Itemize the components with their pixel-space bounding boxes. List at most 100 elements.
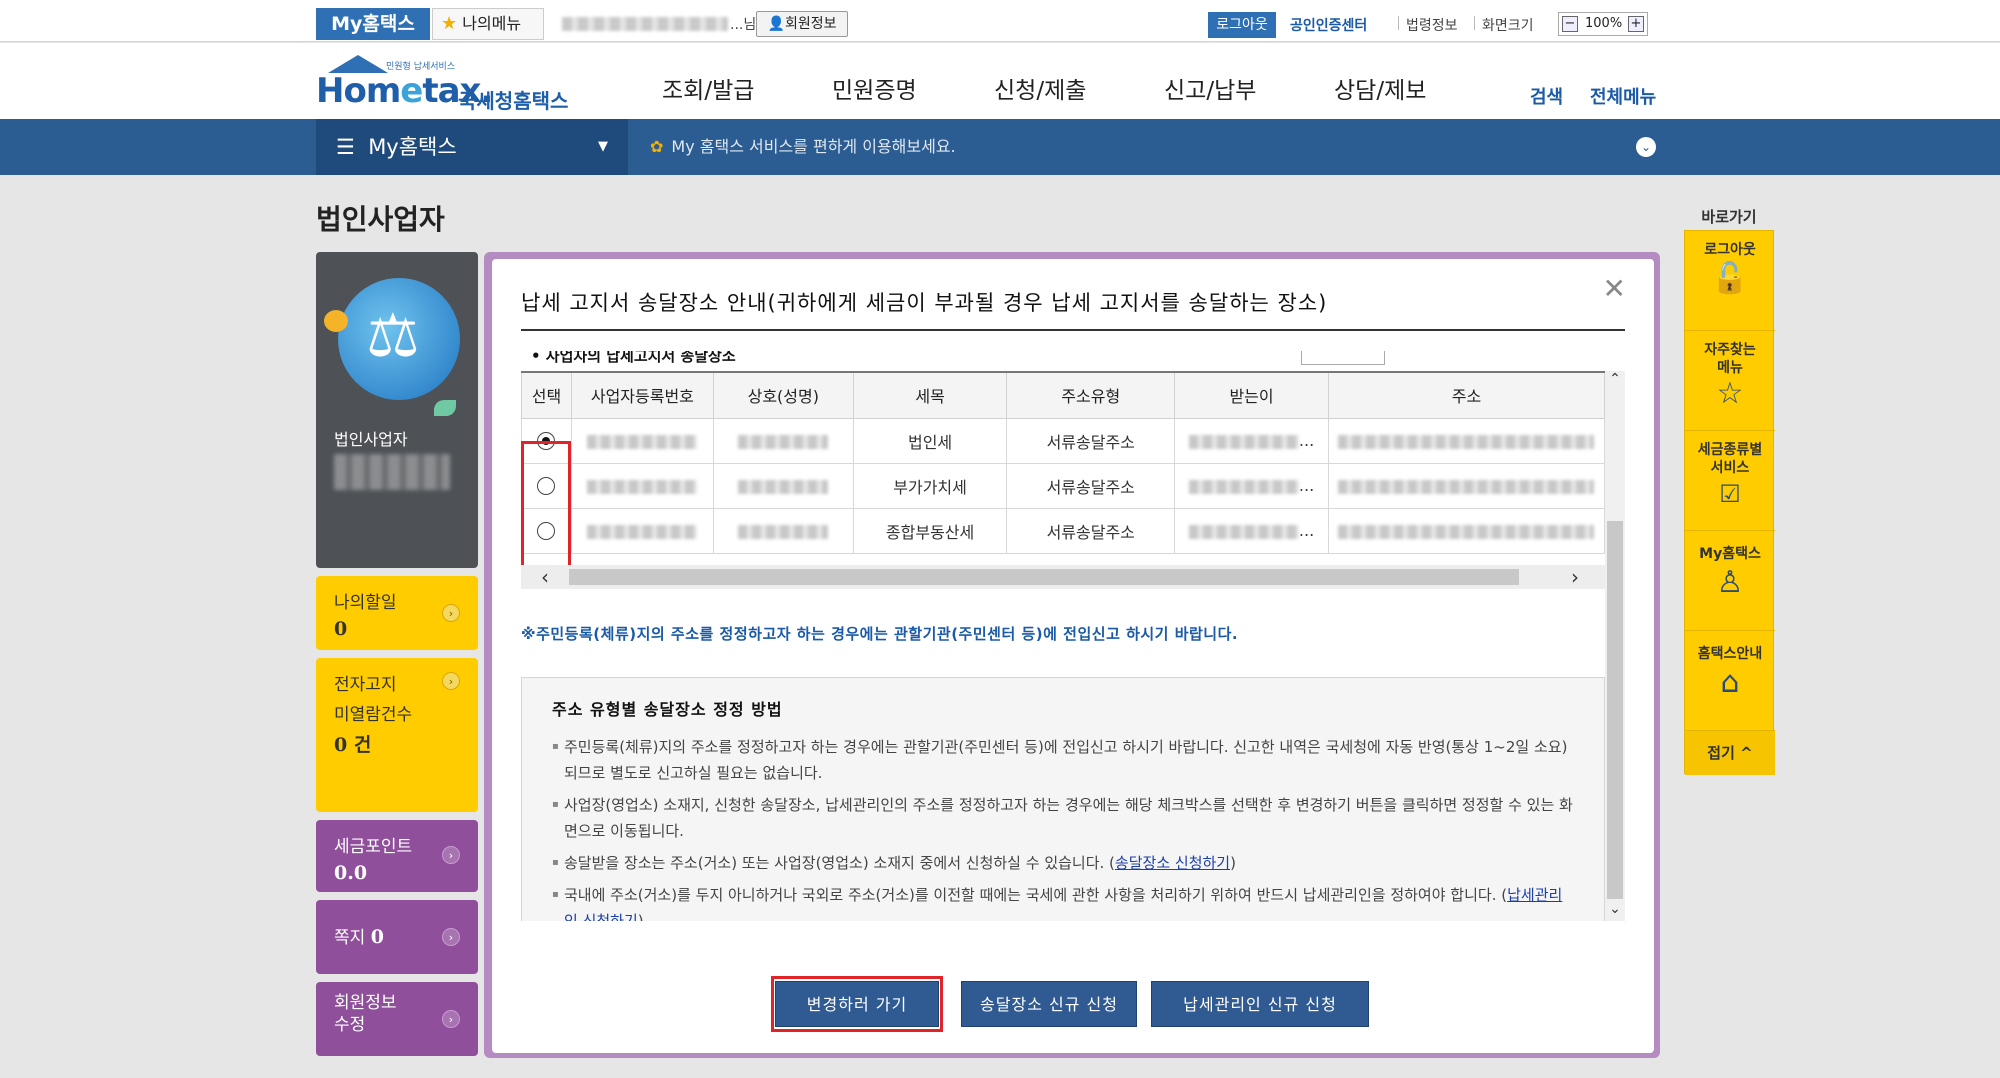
search-link[interactable]: 검색 — [1530, 83, 1563, 109]
profile-card: ⚖ 법인사업자 — [316, 252, 478, 568]
profile-type: 법인사업자 — [334, 430, 408, 449]
house-icon: ⌂ — [1720, 665, 1740, 700]
page-title: 법인사업자 — [316, 203, 445, 236]
quick-myhometax[interactable]: My홈택스 ♙ — [1685, 531, 1775, 631]
user-name-redacted — [562, 17, 728, 31]
col-tax-item: 세목 — [852, 371, 1008, 419]
member-info-label: 회원정보 — [784, 16, 837, 32]
member-info-button[interactable]: 👤회원정보 — [756, 11, 848, 37]
my-menu-tab[interactable]: ★ 나의메뉴 — [432, 8, 544, 40]
modal-scroll-area[interactable]: • 사업자의 납세고지서 송달장소 선택 사업자등록번호 상호(성명) 세목 주… — [521, 351, 1625, 921]
quick-label: 자주찾는 메뉴 — [1704, 342, 1756, 376]
guide-title: 주소 유형별 송달장소 정정 방법 — [552, 700, 783, 719]
fold-button[interactable]: 접기 ^ — [1685, 731, 1775, 775]
note-card[interactable]: 쪽지 0 › — [316, 900, 478, 974]
title-divider — [521, 329, 1625, 331]
scroll-right-icon[interactable]: › — [1571, 565, 1579, 589]
go-change-button[interactable]: 변경하러 가기 — [775, 981, 939, 1027]
table-row: 법인세 서류송달주소 ... — [521, 417, 1606, 464]
quick-logout[interactable]: 로그아웃 🔓 — [1685, 231, 1775, 331]
gnb-application[interactable]: 신청/제출 — [994, 71, 1086, 105]
modal-title: 납세 고지서 송달장소 안내(귀하에게 세금이 부과될 경우 납세 고지서를 송… — [521, 291, 1328, 315]
chevron-right-icon: › — [442, 672, 460, 690]
justice-scale-icon: ⚖ — [338, 278, 460, 400]
scroll-down-icon[interactable]: ⌄ — [1605, 901, 1625, 917]
horizontal-scrollbar[interactable]: ‹ › — [521, 565, 1605, 589]
ellipsis: ... — [1298, 476, 1315, 495]
check-icon: ☑ — [1719, 480, 1741, 508]
redacted-address — [1338, 434, 1595, 449]
delivery-place-table: 선택 사업자등록번호 상호(성명) 세목 주소유형 받는이 주소 법인세 서류송… — [521, 371, 1606, 554]
address-type-cell: 서류송달주소 — [1006, 507, 1176, 554]
cert-center-link[interactable]: 공인인증센터 — [1290, 15, 1367, 35]
cut-off-button[interactable] — [1301, 351, 1385, 365]
gnb-report-payment[interactable]: 신고/납부 — [1164, 71, 1256, 105]
table-row: 부가가치세 서류송달주소 ... — [521, 462, 1606, 509]
gnb-inquiry[interactable]: 조회/발급 — [662, 71, 754, 105]
close-icon[interactable]: ✕ — [1603, 275, 1626, 303]
zoom-control: − 100% + — [1558, 12, 1648, 36]
star-icon: ★ — [441, 13, 458, 34]
quick-label: 세금종류별 서비스 — [1697, 442, 1763, 476]
tax-item-cell: 종합부동산세 — [852, 507, 1008, 554]
tax-item-cell: 부가가치세 — [852, 462, 1008, 509]
sub-navigation-bar: ☰ My홈택스 ▼ ✿ My 홈택스 서비스를 편하게 이용해보세요. ⌄ — [0, 119, 2000, 175]
law-info-link[interactable]: 법령정보 — [1406, 15, 1458, 35]
col-business-number: 사업자등록번호 — [570, 371, 714, 419]
delivery-place-modal: 납세 고지서 송달장소 안내(귀하에게 세금이 부과될 경우 납세 고지서를 송… — [492, 259, 1654, 1053]
new-tax-manager-button[interactable]: 납세관리인 신규 신청 — [1151, 981, 1369, 1027]
tax-point-value: 0.0 — [334, 862, 368, 884]
member-edit-label: 회원정보 — [334, 993, 397, 1013]
quick-favorites[interactable]: 자주찾는 메뉴 ☆ — [1685, 331, 1775, 431]
note-count: 0 — [370, 926, 384, 948]
chevron-right-icon: › — [442, 1010, 460, 1028]
chevron-down-icon[interactable]: ⌄ — [1636, 137, 1656, 157]
guide-text-end: ) — [1230, 854, 1236, 872]
myhometax-menu-dropdown[interactable]: ☰ My홈택스 ▼ — [316, 119, 628, 175]
redacted-address — [1338, 479, 1595, 494]
ebill-card[interactable]: 전자고지 미열람건수 0 건 › — [316, 658, 478, 812]
guide-item: 송달받을 장소는 주소(거소) 또는 사업장(영업소) 소재지 중에서 신청하실… — [552, 850, 1574, 876]
notice-text: My 홈택스 서비스를 편하게 이용해보세요. — [671, 137, 956, 156]
ebill-count: 0 건 — [334, 734, 372, 756]
gnb-certificate[interactable]: 민원증명 — [832, 71, 917, 105]
heart-decor — [324, 310, 348, 332]
all-menu-link[interactable]: 전체메뉴 — [1590, 83, 1656, 109]
horizontal-scroll-thumb[interactable] — [569, 569, 1519, 585]
redacted-recipient — [1188, 434, 1299, 449]
vertical-scroll-thumb[interactable] — [1607, 521, 1623, 899]
guide-box: 주소 유형별 송달장소 정정 방법 주민등록(체류)지의 주소를 정정하고자 하… — [521, 677, 1605, 921]
zoom-level: 100% — [1585, 16, 1623, 31]
quick-guide[interactable]: 홈택스안내 ⌂ — [1685, 631, 1775, 731]
quick-links-bar: 로그아웃 🔓 자주찾는 메뉴 ☆ 세금종류별 서비스 ☑ My홈택스 ♙ 홈택스… — [1684, 230, 1775, 775]
logo-part: e — [400, 71, 423, 111]
quick-label: 로그아웃 — [1704, 242, 1756, 258]
quick-tax-service[interactable]: 세금종류별 서비스 ☑ — [1685, 431, 1775, 531]
vertical-scrollbar[interactable]: ⌃ ⌄ — [1605, 371, 1625, 921]
logo-subtitle: 국세청홈택스 — [458, 89, 569, 113]
table-row: 종합부동산세 서류송달주소 ... — [521, 507, 1606, 554]
divider — [1398, 16, 1399, 30]
screen-size-label: 화면크기 — [1482, 18, 1534, 34]
member-edit-card[interactable]: 회원정보 수정 › — [316, 982, 478, 1056]
gnb-consult[interactable]: 상담/제보 — [1334, 71, 1426, 105]
zoom-in-button[interactable]: + — [1628, 16, 1644, 32]
redacted-recipient — [1188, 524, 1299, 539]
logout-button[interactable]: 로그아웃 — [1208, 12, 1276, 38]
col-address-type: 주소유형 — [1006, 371, 1176, 419]
redacted-company-name — [738, 524, 829, 539]
hometax-logo[interactable]: 민원형 납세서비스 Hometax. 국세청홈택스 — [316, 53, 576, 113]
scroll-up-icon[interactable]: ⌃ — [1605, 371, 1625, 387]
guide-text: 주민등록(체류)지의 주소를 정정하고자 하는 경우에는 관할기관(주민센터 등… — [564, 738, 1568, 782]
flower-icon: ✿ — [650, 137, 664, 156]
guide-item: 주민등록(체류)지의 주소를 정정하고자 하는 경우에는 관할기관(주민센터 등… — [552, 734, 1574, 786]
fold-label: 접기 — [1707, 744, 1735, 762]
todo-card[interactable]: 나의할일 0 › — [316, 576, 478, 650]
new-delivery-place-button[interactable]: 송달장소 신규 신청 — [961, 981, 1137, 1027]
guide-text: 송달받을 장소는 주소(거소) 또는 사업장(영업소) 소재지 중에서 신청하실… — [564, 854, 1115, 872]
zoom-out-button[interactable]: − — [1562, 16, 1578, 32]
tax-point-card[interactable]: 세금포인트 0.0 › — [316, 820, 478, 892]
myhometax-tab[interactable]: My홈택스 — [316, 8, 430, 40]
apply-delivery-place-link[interactable]: 송달장소 신청하기 — [1115, 854, 1230, 872]
scroll-left-icon[interactable]: ‹ — [541, 565, 549, 589]
